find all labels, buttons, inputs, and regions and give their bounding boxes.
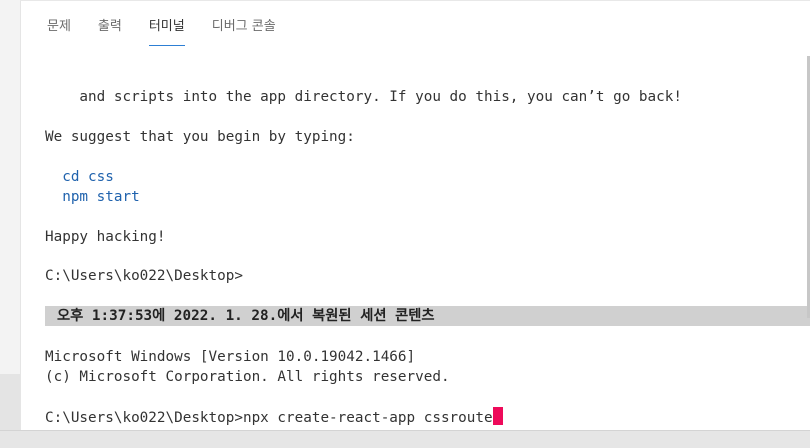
bottom-bar [0,430,810,448]
restored-session-text: 오후 1:37:53에 2022. 1. 28.에서 복원된 세션 콘텐츠 [57,308,435,324]
terminal-input-line[interactable]: C:\Users\ko022\Desktop>npx create-react-… [45,407,503,427]
restored-session-banner: 오후 1:37:53에 2022. 1. 28.에서 복원된 세션 콘텐츠 [45,306,810,326]
terminal-line: Microsoft Windows [Version 10.0.19042.14… [45,349,416,365]
terminal-command-line: cd css [45,169,114,185]
terminal-command-line: npm start [45,189,140,205]
terminal-line: (c) Microsoft Corporation. All rights re… [45,369,450,385]
terminal-output[interactable]: and scripts into the app directory. If y… [45,0,810,430]
terminal-cursor [492,407,503,425]
terminal-input-text: C:\Users\ko022\Desktop>npx create-react-… [45,410,493,426]
terminal-line: and scripts into the app directory. If y… [45,89,682,105]
terminal-line: We suggest that you begin by typing: [45,129,355,145]
terminal-prompt: C:\Users\ko022\Desktop> [45,268,243,284]
left-gutter [0,0,20,448]
terminal-line: Happy hacking! [45,229,166,245]
